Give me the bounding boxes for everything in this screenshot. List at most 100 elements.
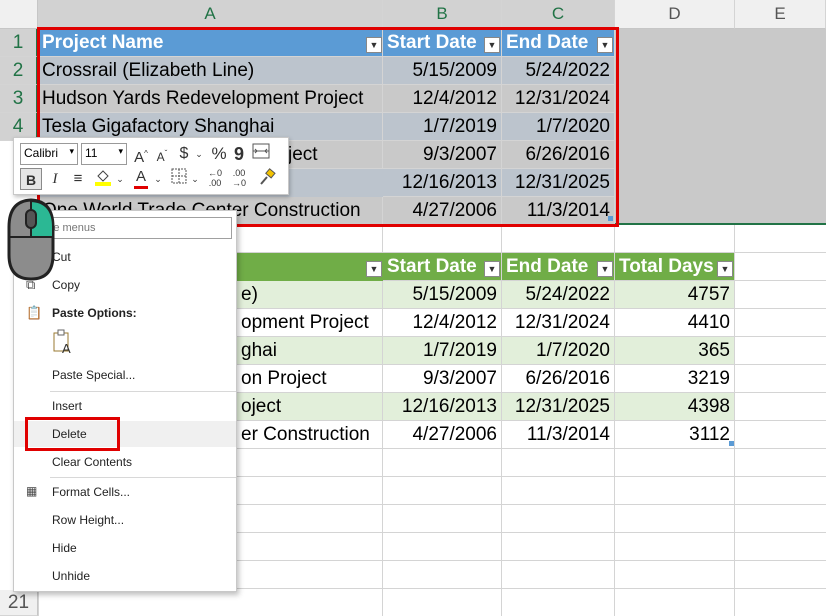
row-header-2[interactable]: 2 [0, 57, 38, 85]
selection-shade [615, 29, 826, 225]
menu-item-hide[interactable]: Hide [14, 535, 236, 561]
table-cell[interactable]: 9/3/2007 [383, 365, 502, 393]
chevron-down-icon[interactable]: ⌄ [190, 168, 200, 190]
column-label: A [204, 3, 216, 23]
column-header-e[interactable]: E [735, 0, 826, 29]
table-cell[interactable]: 12/31/2024 [502, 309, 615, 337]
right-click-mouse-icon [5, 197, 57, 283]
format-painter-icon[interactable] [256, 168, 278, 193]
fill-color-icon[interactable] [92, 168, 114, 193]
row-label: 1 [12, 31, 24, 53]
menu-separator [50, 391, 236, 392]
table-resize-handle[interactable] [729, 441, 734, 446]
decrease-decimal-icon[interactable]: .00 →0 [228, 168, 250, 188]
row-label: 2 [12, 59, 24, 81]
table-cell[interactable]: 11/3/2014 [502, 421, 615, 449]
menu-label: Insert [52, 399, 83, 413]
menu-label: Row Height... [52, 513, 125, 527]
mini-toolbar: Calibri ▾ 11 ▾ A^ Aˇ $ ⌄ % 9 B I ≡ ⌄ A ⌄… [13, 137, 289, 195]
paste-options-label: Paste Options: [14, 300, 236, 326]
table-cell[interactable]: 6/26/2016 [502, 365, 615, 393]
table-cell[interactable]: opment Project [237, 309, 383, 337]
chevron-down-icon: ▾ [118, 146, 123, 156]
bold-icon[interactable]: B [20, 168, 42, 190]
menu-item-unhide[interactable]: Unhide [14, 563, 236, 589]
filter-dropdown-icon[interactable]: ▼ [366, 261, 382, 277]
column-header-d[interactable]: D [615, 0, 735, 29]
column-label: C [551, 3, 565, 23]
menu-item-clear-contents[interactable]: Clear Contents [14, 449, 236, 475]
menu-item-row-height[interactable]: Row Height... [14, 507, 236, 533]
comma-style-icon[interactable]: 9 [232, 143, 246, 165]
decrease-font-size-icon[interactable]: Aˇ [153, 143, 171, 168]
table-cell[interactable]: 12/4/2012 [383, 309, 502, 337]
merge-center-icon[interactable] [250, 143, 272, 166]
svg-text:A: A [62, 341, 71, 355]
row-label: 3 [12, 87, 24, 109]
chevron-down-icon[interactable]: ⌄ [115, 168, 125, 190]
select-all-corner[interactable] [0, 0, 38, 29]
paste-keep-text-only-icon[interactable]: A [52, 329, 76, 356]
menu-label: Clear Contents [52, 455, 133, 469]
column-header-c[interactable]: C [502, 0, 615, 29]
table-cell[interactable]: e) [237, 281, 383, 309]
font-size-value: 11 [85, 146, 98, 160]
chevron-down-icon: ▾ [69, 146, 74, 156]
delete-highlight-outline [25, 417, 120, 451]
menu-separator [50, 477, 236, 478]
align-center-icon[interactable]: ≡ [68, 168, 88, 190]
column-label: B [436, 3, 448, 23]
font-color-icon[interactable]: A [131, 166, 151, 189]
filter-dropdown-icon[interactable]: ▼ [484, 261, 500, 277]
row-header-3[interactable]: 3 [0, 85, 38, 113]
filter-dropdown-icon[interactable]: ▼ [717, 261, 733, 277]
filter-dropdown-icon[interactable]: ▼ [597, 261, 613, 277]
row-label: 4 [12, 115, 24, 137]
header-label: Start Date [387, 256, 477, 277]
table-cell[interactable]: 4/27/2006 [383, 421, 502, 449]
font-name-select[interactable]: Calibri ▾ [20, 143, 78, 165]
table-cell[interactable]: 3219 [615, 365, 735, 393]
table-cell[interactable]: 1/7/2020 [502, 337, 615, 365]
menu-label: Format Cells... [52, 485, 131, 499]
font-size-select[interactable]: 11 ▾ [81, 143, 127, 165]
table-cell[interactable]: 4410 [615, 309, 735, 337]
header-label: Total Days [619, 256, 714, 277]
table-cell[interactable]: oject [237, 393, 383, 421]
font-name-value: Calibri [24, 146, 59, 160]
percent-style-icon[interactable]: % [209, 143, 229, 165]
table-cell[interactable]: 12/16/2013 [383, 393, 502, 421]
selection-highlight-outline [37, 27, 619, 227]
table-cell[interactable]: er Construction [237, 421, 383, 449]
chevron-down-icon[interactable]: ⌄ [153, 168, 163, 190]
table-cell[interactable]: 5/24/2022 [502, 281, 615, 309]
chevron-down-icon[interactable]: ⌄ [194, 143, 204, 165]
table-cell[interactable]: on Project [237, 365, 383, 393]
column-header-a[interactable]: A [38, 0, 383, 29]
table-cell[interactable]: 12/31/2025 [502, 393, 615, 421]
row-label: 21 [7, 591, 30, 613]
table-cell[interactable]: 3112 [615, 421, 735, 449]
table-cell[interactable]: 365 [615, 337, 735, 365]
row-header-21[interactable]: 21 [0, 590, 38, 616]
menu-label: Paste Options: [52, 306, 137, 320]
menu-item-paste-special[interactable]: Paste Special... [14, 362, 236, 388]
menu-label: Paste Special... [52, 368, 136, 382]
row-header-1[interactable]: 1 [0, 29, 38, 57]
italic-icon[interactable]: I [46, 168, 64, 190]
column-header-b[interactable]: B [383, 0, 502, 29]
menu-label: Hide [52, 541, 77, 555]
menu-label: Unhide [52, 569, 91, 583]
table-cell[interactable]: 5/15/2009 [383, 281, 502, 309]
menu-item-format-cells[interactable]: Format Cells... [14, 479, 236, 505]
table-cell[interactable]: ghai [237, 337, 383, 365]
borders-icon[interactable] [169, 168, 189, 191]
currency-format-icon[interactable]: $ [176, 143, 192, 165]
menu-item-insert[interactable]: Insert [14, 393, 236, 419]
column-label: E [774, 4, 786, 23]
table-cell[interactable]: 1/7/2019 [383, 337, 502, 365]
column-label: D [668, 4, 681, 23]
increase-decimal-icon[interactable]: ←0.00 [204, 168, 226, 188]
table-cell[interactable]: 4757 [615, 281, 735, 309]
table-cell[interactable]: 4398 [615, 393, 735, 421]
